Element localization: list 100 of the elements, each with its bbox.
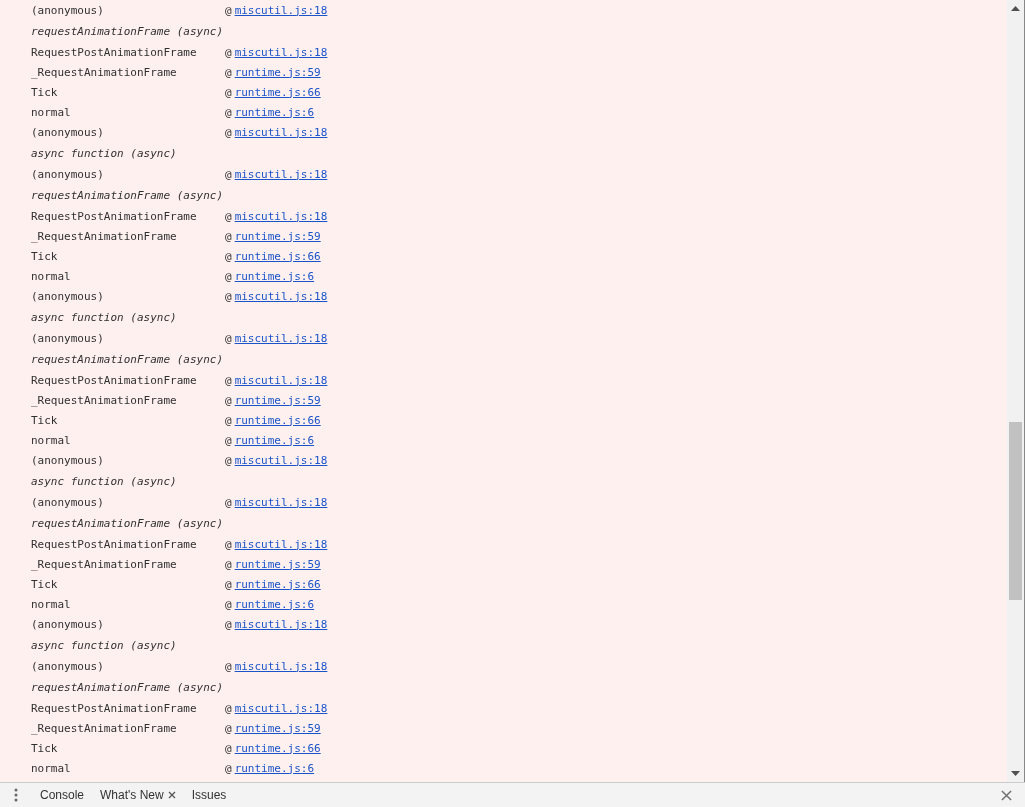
source-link[interactable]: runtime.js:59: [234, 65, 321, 79]
at-sign: @: [225, 45, 232, 59]
async-frame-label: requestAnimationFrame (async): [31, 680, 224, 694]
function-name: normal: [31, 433, 72, 447]
at-sign: @: [225, 209, 232, 223]
async-frame-label: async function (async): [31, 638, 177, 652]
function-name: (anonymous): [31, 289, 105, 303]
async-frame-label: requestAnimationFrame (async): [31, 188, 224, 202]
function-name: (anonymous): [31, 3, 105, 17]
source-link[interactable]: runtime.js:66: [234, 577, 321, 591]
source-link[interactable]: runtime.js:59: [234, 393, 321, 407]
function-name: RequestPostAnimationFrame: [31, 537, 198, 551]
source-link[interactable]: runtime.js:6: [234, 105, 315, 119]
source-link[interactable]: runtime.js:59: [234, 721, 321, 735]
function-name: Tick: [31, 85, 59, 99]
function-name: _RequestAnimationFrame: [31, 557, 178, 571]
source-link[interactable]: miscutil.js:18: [234, 167, 328, 181]
at-sign: @: [225, 331, 232, 345]
source-link[interactable]: runtime.js:66: [234, 413, 321, 427]
at-sign: @: [225, 453, 232, 467]
at-sign: @: [225, 701, 232, 715]
source-link[interactable]: runtime.js:6: [234, 597, 315, 611]
at-sign: @: [225, 393, 232, 407]
function-name: _RequestAnimationFrame: [31, 65, 178, 79]
function-name: RequestPostAnimationFrame: [31, 701, 198, 715]
at-sign: @: [225, 557, 232, 571]
at-sign: @: [225, 721, 232, 735]
at-sign: @: [225, 229, 232, 243]
source-link[interactable]: runtime.js:59: [234, 229, 321, 243]
scrollbar-thumb[interactable]: [1009, 422, 1022, 600]
source-link[interactable]: miscutil.js:18: [234, 617, 328, 631]
function-name: Tick: [31, 577, 59, 591]
function-name: (anonymous): [31, 495, 105, 509]
function-name: _RequestAnimationFrame: [31, 229, 178, 243]
source-link[interactable]: miscutil.js:18: [234, 373, 328, 387]
more-options-icon[interactable]: [14, 788, 18, 802]
at-sign: @: [225, 537, 232, 551]
at-sign: @: [225, 659, 232, 673]
async-frame-label: requestAnimationFrame (async): [31, 24, 224, 38]
at-sign: @: [225, 741, 232, 755]
source-link[interactable]: miscutil.js:18: [234, 3, 328, 17]
source-link[interactable]: miscutil.js:18: [234, 209, 328, 223]
at-sign: @: [225, 373, 232, 387]
scrollbar[interactable]: [1007, 0, 1025, 782]
function-name: RequestPostAnimationFrame: [31, 373, 198, 387]
function-name: (anonymous): [31, 453, 105, 467]
source-link[interactable]: runtime.js:6: [234, 761, 315, 775]
at-sign: @: [225, 433, 232, 447]
async-frame-label: async function (async): [31, 474, 177, 488]
at-sign: @: [225, 495, 232, 509]
source-link[interactable]: miscutil.js:18: [234, 453, 328, 467]
at-sign: @: [225, 3, 232, 17]
source-link[interactable]: miscutil.js:18: [234, 125, 328, 139]
drawer-tab[interactable]: What's New: [92, 783, 184, 807]
function-name: (anonymous): [31, 617, 105, 631]
at-sign: @: [225, 249, 232, 263]
source-link[interactable]: runtime.js:66: [234, 85, 321, 99]
source-link[interactable]: miscutil.js:18: [234, 659, 328, 673]
at-sign: @: [225, 617, 232, 631]
source-link[interactable]: runtime.js:6: [234, 269, 315, 283]
async-frame-label: requestAnimationFrame (async): [31, 516, 224, 530]
at-sign: @: [225, 85, 232, 99]
function-name: normal: [31, 105, 72, 119]
source-link[interactable]: miscutil.js:18: [234, 537, 328, 551]
source-link[interactable]: runtime.js:59: [234, 557, 321, 571]
scroll-up-arrow-icon[interactable]: [1011, 6, 1020, 11]
at-sign: @: [225, 289, 232, 303]
drawer-tab[interactable]: Console: [32, 783, 93, 807]
function-name: RequestPostAnimationFrame: [31, 45, 198, 59]
scroll-down-arrow-icon[interactable]: [1011, 771, 1020, 776]
function-name: normal: [31, 761, 72, 775]
function-name: Tick: [31, 249, 59, 263]
source-link[interactable]: miscutil.js:18: [234, 289, 328, 303]
source-link[interactable]: miscutil.js:18: [234, 331, 328, 345]
at-sign: @: [225, 105, 232, 119]
async-frame-label: requestAnimationFrame (async): [31, 352, 224, 366]
close-tab-icon[interactable]: [167, 791, 176, 799]
function-name: Tick: [31, 741, 59, 755]
function-name: _RequestAnimationFrame: [31, 721, 178, 735]
source-link[interactable]: miscutil.js:18: [234, 701, 328, 715]
close-drawer-icon[interactable]: [1001, 789, 1012, 801]
function-name: Tick: [31, 413, 59, 427]
at-sign: @: [225, 761, 232, 775]
at-sign: @: [225, 65, 232, 79]
function-name: (anonymous): [31, 167, 105, 181]
at-sign: @: [225, 167, 232, 181]
at-sign: @: [225, 597, 232, 611]
drawer-tab[interactable]: Issues: [183, 783, 235, 807]
source-link[interactable]: runtime.js:66: [234, 249, 321, 263]
function-name: (anonymous): [31, 125, 105, 139]
source-link[interactable]: miscutil.js:18: [234, 45, 328, 59]
function-name: RequestPostAnimationFrame: [31, 209, 198, 223]
source-link[interactable]: runtime.js:6: [234, 433, 315, 447]
source-link[interactable]: miscutil.js:18: [234, 495, 328, 509]
at-sign: @: [225, 413, 232, 427]
function-name: normal: [31, 597, 72, 611]
source-link[interactable]: runtime.js:66: [234, 741, 321, 755]
at-sign: @: [225, 125, 232, 139]
at-sign: @: [225, 269, 232, 283]
function-name: normal: [31, 269, 72, 283]
